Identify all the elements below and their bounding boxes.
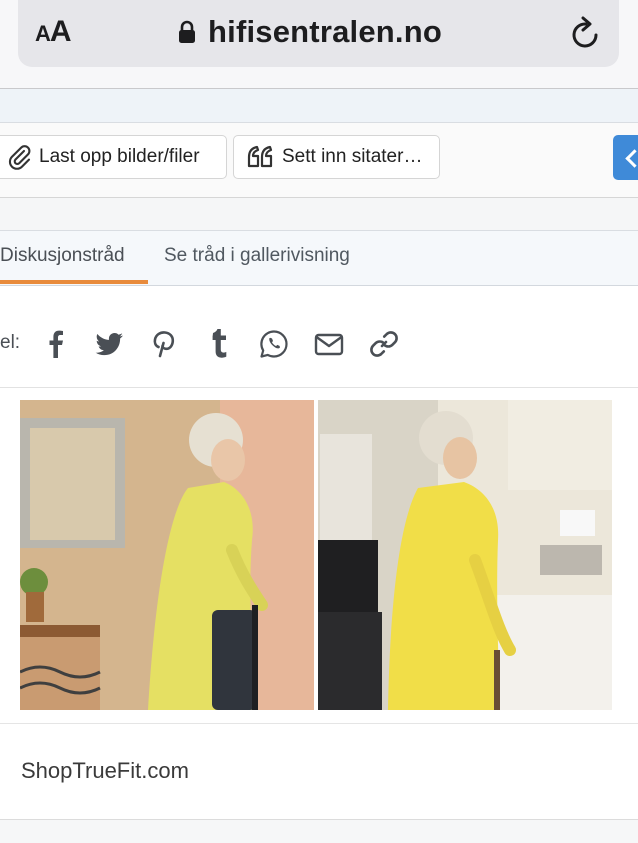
ad-divider [0, 723, 638, 724]
insert-quotes-button[interactable]: Sett inn sitater… [233, 135, 440, 179]
text-size-small-glyph: A [35, 21, 51, 46]
blue-action-button[interactable] [613, 135, 638, 180]
thread-tabs: Diskusjonstråd Se tråd i gallerivisning [0, 231, 638, 286]
upload-files-label: Last opp bilder/filer [39, 146, 200, 167]
insert-quotes-label: Sett inn sitater… [282, 146, 423, 167]
tab-gallery-view[interactable]: Se tråd i gallerivisning [164, 245, 350, 267]
tumblr-icon[interactable] [203, 328, 235, 360]
pinterest-icon[interactable] [148, 328, 180, 360]
twitter-icon[interactable] [93, 328, 125, 360]
whatsapp-icon[interactable] [258, 328, 290, 360]
url-text: hifisentralen.no [208, 14, 443, 49]
active-tab-indicator [0, 280, 148, 284]
spacer-band [0, 198, 638, 231]
lock-icon [179, 20, 195, 43]
ad-image[interactable] [20, 400, 612, 710]
editor-toolbar: Last opp bilder/filer Sett inn sitater… [0, 123, 638, 198]
text-size-large-glyph: A [49, 15, 72, 48]
ad-domain-text[interactable]: ShopTrueFit.com [21, 758, 189, 784]
email-icon[interactable] [313, 328, 345, 360]
upload-files-button[interactable]: Last opp bilder/filer [0, 135, 227, 179]
header-band [0, 89, 638, 123]
facebook-icon[interactable] [40, 328, 72, 360]
ad-photo-illustration [20, 400, 612, 710]
tab-discussion-thread[interactable]: Diskusjonstråd [0, 245, 125, 267]
reload-icon[interactable] [570, 16, 602, 50]
quote-icon [247, 145, 273, 168]
share-label: el: [0, 332, 21, 353]
link-icon[interactable] [368, 328, 400, 360]
url-display[interactable]: hifisentralen.no [178, 14, 442, 50]
paperclip-icon [8, 145, 31, 170]
share-row: el: [0, 286, 638, 388]
address-bar[interactable]: AA hifisentralen.no [18, 0, 619, 67]
browser-top-bar: AA hifisentralen.no [0, 0, 638, 89]
reader-text-size-button[interactable]: AA [35, 15, 72, 49]
bottom-band [0, 820, 638, 843]
